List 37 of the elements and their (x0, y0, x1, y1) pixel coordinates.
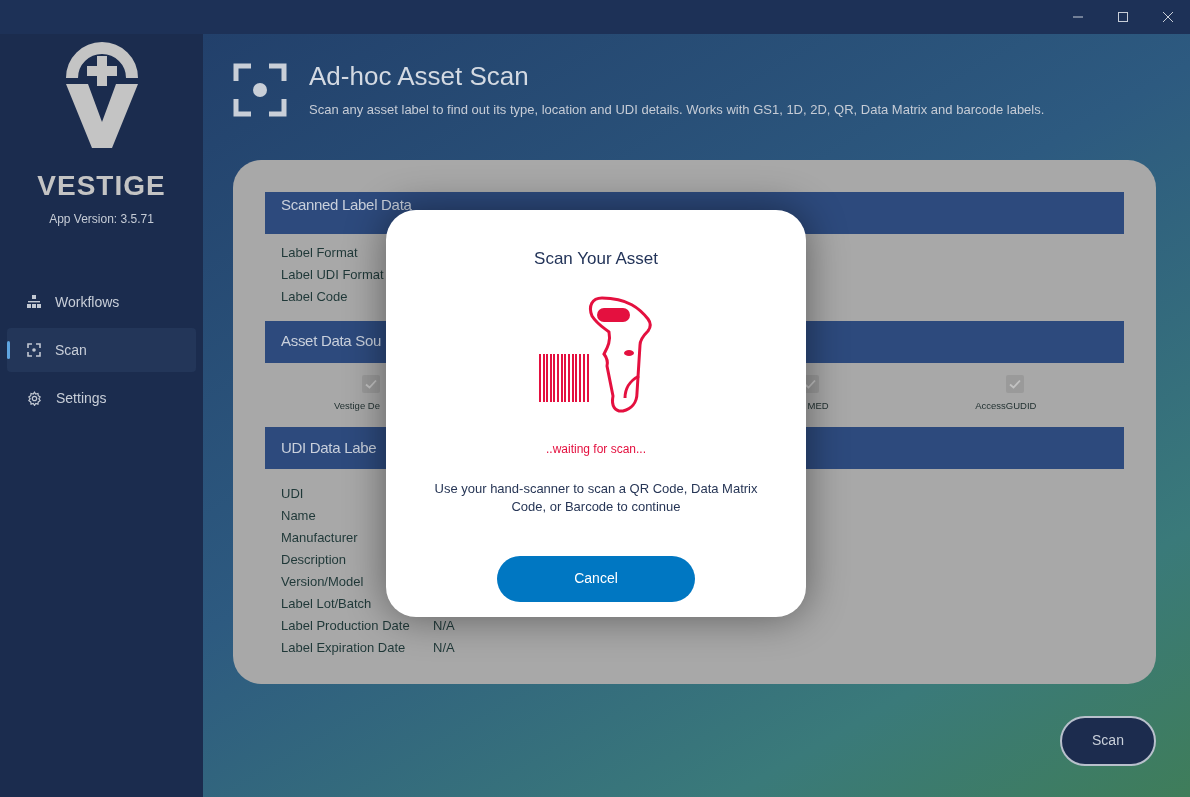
close-icon[interactable] (1162, 12, 1173, 22)
maximize-icon[interactable] (1117, 12, 1128, 22)
field-label: Description (281, 551, 348, 569)
page-subtitle: Scan any asset label to find out its type, location and UDI details. Works with GS1, 1D, 2D, QR, Data Matrix and barcode labels. (309, 101, 1045, 119)
field-label: Manufacturer (281, 529, 359, 547)
sitemap-icon (27, 295, 41, 309)
nav-item[interactable]: Workflows (7, 280, 196, 324)
field-label: Version/Model (281, 573, 365, 591)
source-label: AccessGUDID (975, 398, 1037, 413)
field-label: Label UDI Format (281, 265, 385, 284)
scan-button[interactable]: Scan (1060, 715, 1156, 766)
cancel-button[interactable]: Cancel (497, 555, 695, 602)
barcode-drawing (539, 352, 589, 403)
checkbox[interactable] (362, 374, 380, 393)
scan-frame-icon (27, 343, 41, 357)
nav-item[interactable]: Scan (7, 328, 196, 372)
dialog-title: Scan Your Asset (534, 248, 658, 270)
field-label: UDI (281, 485, 305, 503)
source-label: MED (807, 398, 829, 413)
field-label: Label Lot/Batch (281, 595, 373, 613)
dialog-message: Use your hand-scanner to scan a QR Code, Data Matrix Code, or Barcode to continue (433, 479, 759, 516)
scan-frame-icon (233, 62, 287, 117)
field-label: Label Format (281, 243, 359, 262)
field-label: Name (281, 507, 317, 525)
app-version: App Version: 3.5.71 (49, 211, 154, 228)
field-label: Label Production Date (281, 617, 411, 635)
source-label: Vestige De (334, 398, 380, 413)
field-value: N/A (433, 617, 455, 635)
brand-name: VESTIGE (37, 170, 166, 202)
field-value: N/A (433, 639, 455, 657)
field-label: Label Code (281, 287, 349, 306)
page-title: Ad-hoc Asset Scan (309, 60, 530, 92)
field-label: Label Expiration Date (281, 639, 407, 657)
nav-item[interactable]: Settings (7, 376, 196, 420)
status-text: ..waiting for scan... (545, 440, 646, 458)
checkbox[interactable] (1006, 374, 1025, 393)
settings-icon (27, 390, 42, 406)
